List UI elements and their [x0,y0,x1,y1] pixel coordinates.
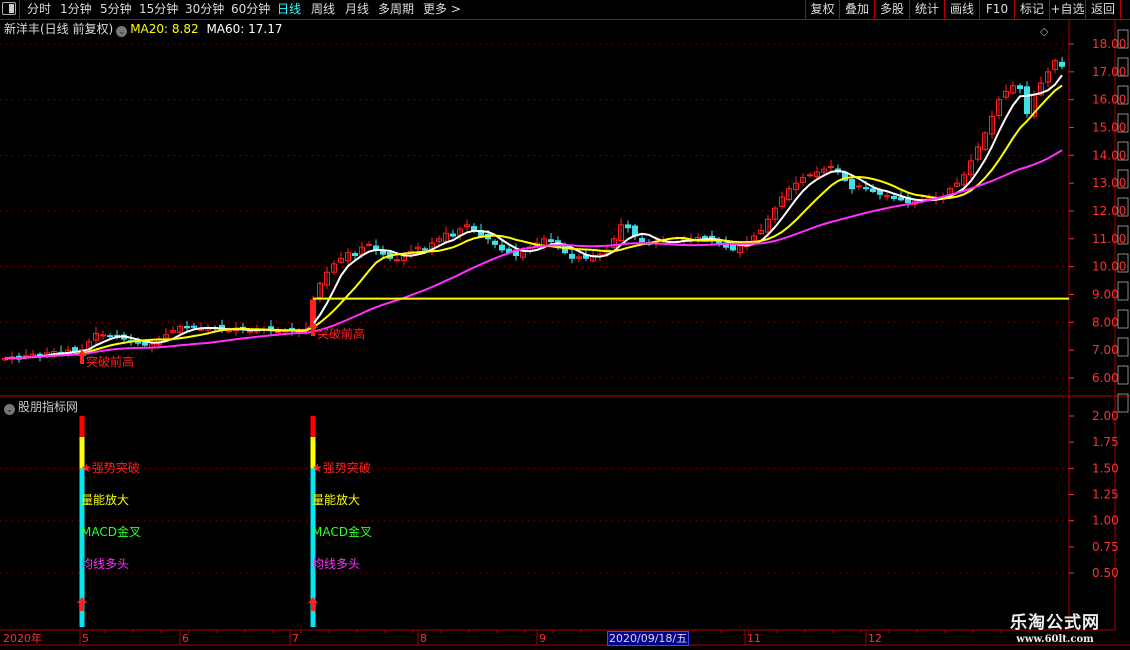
candle-down [1059,61,1065,67]
side-tab [1117,337,1129,357]
candle-down [107,335,113,338]
side-tab [1117,309,1129,329]
ma10-line [4,84,1063,360]
candle-down [730,244,736,251]
price-tick-label: 9.00 [1092,287,1119,301]
signal-bar-segment [79,416,85,437]
diamond-icon: ◇ [1040,25,1049,38]
breakout-label: 突破前高 [317,326,365,341]
price-tick-label: 6.00 [1092,371,1119,385]
signal-label: MACD金叉 [81,524,141,539]
indicator-dropdown-icon[interactable]: ⌄ [4,404,15,415]
signal-label: ★强势突破 [312,460,371,475]
side-tab [1117,365,1129,385]
signal-up-arrow-icon [308,597,318,611]
watermark-name: 乐淘公式网 [1010,613,1100,633]
month-label: 11 [747,632,761,645]
candle-up [366,243,372,246]
breakout-label: 突破前高 [86,354,134,369]
indicator-tick-label: 1.75 [1092,435,1119,449]
indicator-tick-label: 1.00 [1092,514,1119,528]
price-tick-label: 17.00 [1092,65,1126,79]
candle-down [625,224,631,229]
watermark: 乐淘公式网 www.60lt.com [995,608,1115,645]
kline-chart[interactable]: ◇18.0017.0016.0015.0014.0013.0012.0011.0… [0,0,1130,650]
indicator-tick-label: 2.00 [1092,409,1119,423]
side-tab [1117,393,1129,413]
candle-down [422,248,428,251]
candle-down [492,240,498,245]
price-tick-label: 16.00 [1092,93,1126,107]
candle-down [849,179,855,190]
candle-down [1024,86,1030,115]
candle-down [548,239,554,243]
candle-down [863,187,869,190]
candle-down [184,325,190,329]
indicator-tick-label: 0.75 [1092,540,1119,554]
indicator-name: 股朋指标网 [18,400,79,414]
candle-down [191,325,197,328]
price-tick-label: 7.00 [1092,343,1119,357]
candle-down [499,244,505,251]
year-label: 2020年 [3,631,42,645]
month-label: 7 [292,632,299,645]
candle-down [569,253,575,259]
watermark-url: www.60lt.com [1016,634,1094,645]
month-label: 8 [420,632,427,645]
ma5-line [4,74,1063,360]
candle-up [856,185,862,188]
price-tick-label: 8.00 [1092,315,1119,329]
month-label: 6 [182,632,189,645]
signal-label: 均线多头 [81,557,129,571]
side-tab [1117,281,1129,301]
month-label: 12 [868,632,882,645]
month-label: 9 [539,632,546,645]
candle-down [898,197,904,201]
price-tick-label: 18.00 [1092,37,1126,51]
indicator-tick-label: 1.25 [1092,488,1119,502]
indicator-tick-label: 1.50 [1092,461,1119,475]
candle-down [352,253,358,257]
ma30-line [4,149,1063,360]
indicator-tick-label: 0.50 [1092,566,1119,580]
candle-down [870,188,876,192]
month-label: 5 [82,632,89,645]
cursor-date-label: 2020/09/18/五 [607,631,690,646]
signal-bar-segment [310,416,316,437]
signal-label: 量能放大 [81,492,129,507]
candle-down [1017,85,1023,90]
candle-down [450,233,456,237]
signal-label: MACD金叉 [312,524,372,539]
candle-up [275,331,281,334]
candle-up [807,174,813,177]
candle-down [891,196,897,199]
indicator-panel-title: ⌄ 股朋指标网 [4,398,78,415]
candle-up [247,330,253,333]
signal-label: 均线多头 [312,557,360,571]
candle-down [639,238,645,243]
signal-label: 量能放大 [312,492,360,507]
signal-label: ★强势突破 [81,460,140,475]
signal-up-arrow-icon [77,597,87,611]
